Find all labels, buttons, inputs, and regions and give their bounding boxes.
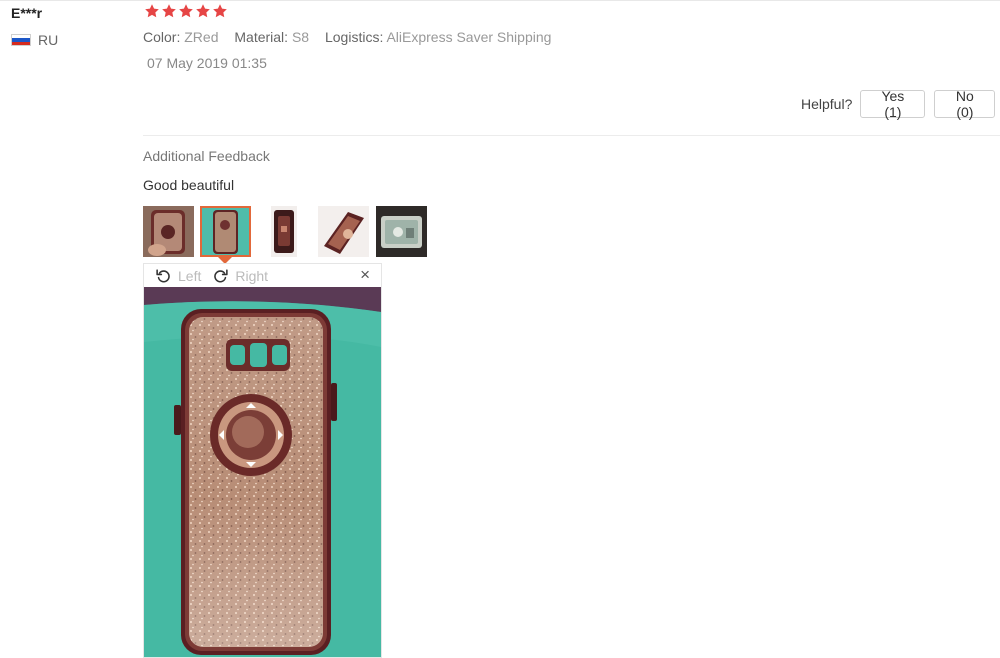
helpful-no-button[interactable]: No (0) <box>934 88 996 120</box>
feedback-thumbnail-4[interactable] <box>318 206 369 257</box>
star-icon <box>213 4 227 18</box>
feedback-thumbnail-3[interactable] <box>271 206 297 257</box>
star-icon <box>162 4 176 18</box>
additional-feedback-title: Additional Feedback <box>143 148 270 164</box>
star-rating <box>144 3 228 19</box>
logistics-value: AliExpress Saver Shipping <box>386 29 552 45</box>
rotate-left-button[interactable]: Left <box>155 267 201 284</box>
image-viewer-toolbar: Left Right × <box>144 264 381 287</box>
phone-case-photo <box>144 287 381 657</box>
rotate-left-icon <box>156 269 170 283</box>
star-icon <box>145 4 159 18</box>
top-border <box>0 0 1000 1</box>
section-divider <box>143 135 1000 136</box>
rotate-left-label: Left <box>178 267 202 284</box>
material-value: S8 <box>291 29 310 45</box>
thumbnail-image <box>143 206 194 257</box>
rotate-right-label: Right <box>235 267 269 284</box>
helpful-vote: Helpful? Yes (1) No (0) <box>801 88 996 120</box>
additional-feedback-text: Good beautiful <box>143 177 235 193</box>
helpful-label: Helpful? <box>801 96 853 112</box>
thumbnail-image <box>318 206 369 257</box>
review-date: 07 May 2019 01:35 <box>147 55 267 71</box>
reviewer-name: E***r <box>11 5 43 21</box>
color-value: ZRed <box>184 29 219 45</box>
country-code: RU <box>38 32 59 48</box>
close-icon[interactable]: × <box>360 266 370 283</box>
reviewer-country: RU <box>11 32 58 48</box>
feedback-thumbnail-2[interactable] <box>200 206 251 257</box>
rotate-right-icon <box>214 269 229 283</box>
logistics-label: Logistics: <box>324 29 384 45</box>
russia-flag-icon <box>11 34 31 46</box>
thumbnail-image <box>271 206 297 257</box>
thumbnail-image <box>202 208 249 255</box>
color-label: Color: <box>143 29 181 45</box>
helpful-yes-button[interactable]: Yes (1) <box>860 88 926 120</box>
feedback-thumbnail-5[interactable] <box>376 206 427 257</box>
image-viewer: Left Right × <box>143 263 382 658</box>
star-icon <box>179 4 193 18</box>
order-attributes: Color: ZRed Material: S8 Logistics: AliE… <box>143 29 563 45</box>
thumbnail-image <box>376 206 427 257</box>
star-icon <box>196 4 210 18</box>
feedback-thumbnail-1[interactable] <box>143 206 194 257</box>
enlarged-feedback-photo <box>144 287 381 657</box>
material-label: Material: <box>234 29 289 45</box>
rotate-right-button[interactable]: Right <box>212 267 268 284</box>
